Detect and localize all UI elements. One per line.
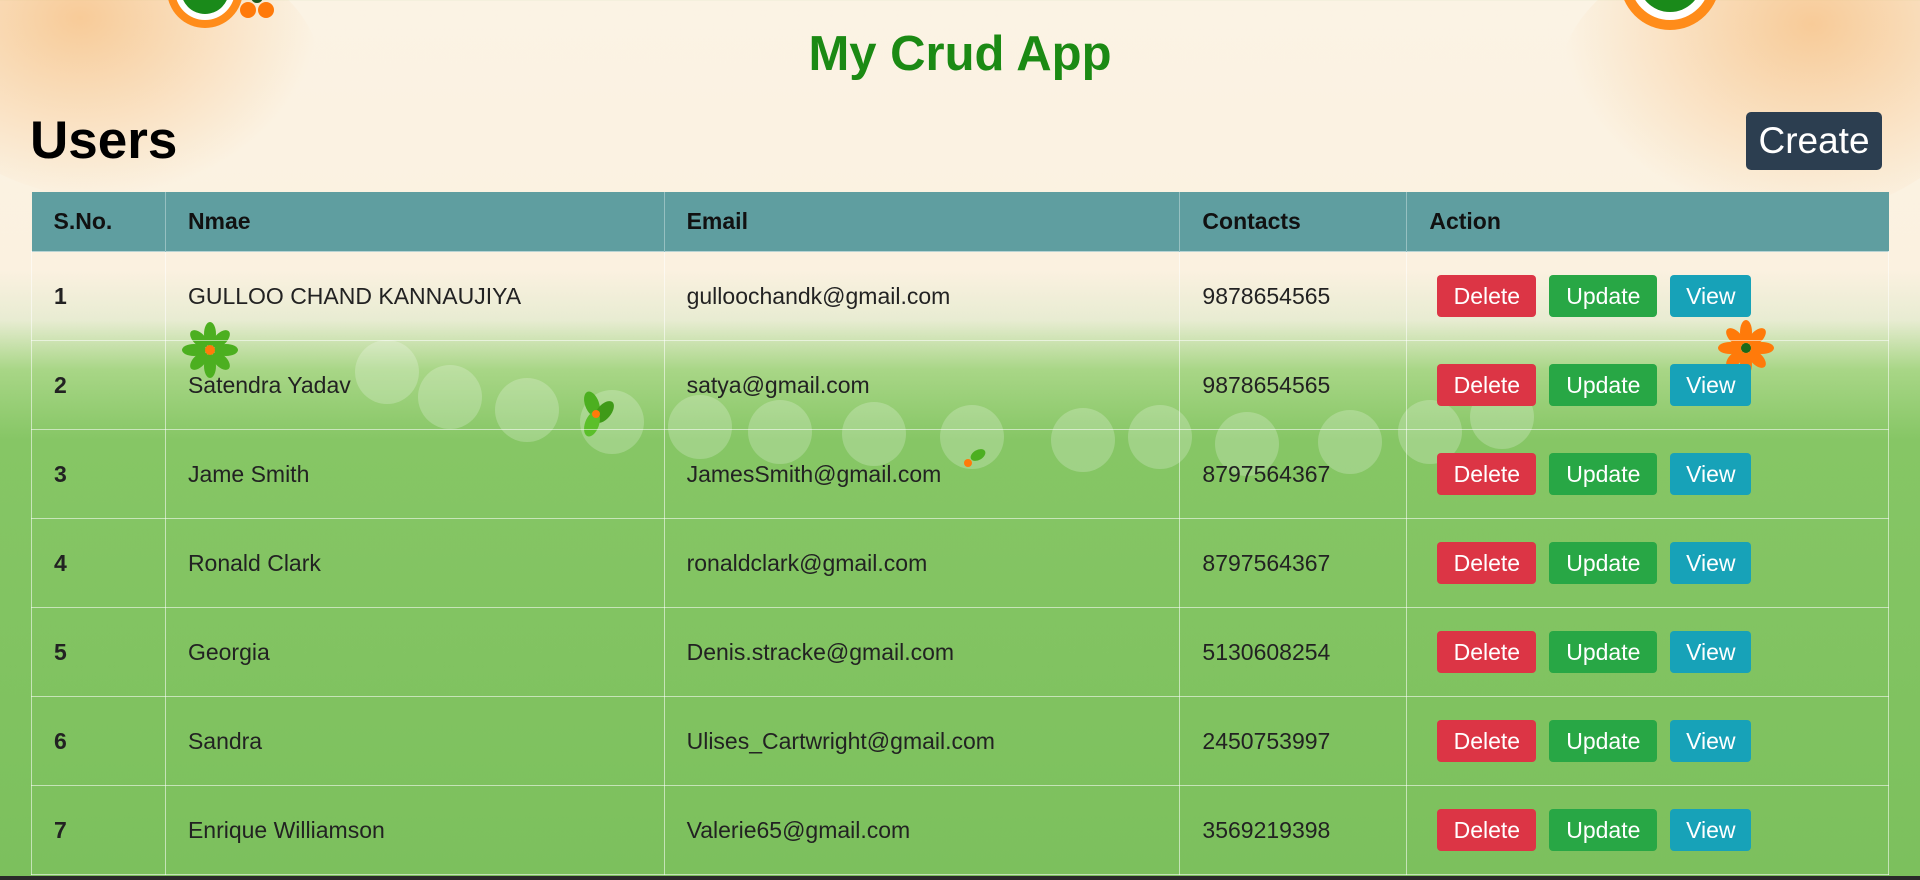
row-contact: 8797564367 — [1179, 429, 1408, 519]
row-email: satya@gmail.com — [663, 340, 1181, 430]
row-name: Enrique Williamson — [164, 785, 665, 875]
row-contact: 3569219398 — [1179, 785, 1408, 875]
table-row: 4 Ronald Clark ronaldclark@gmail.com 879… — [31, 518, 1889, 608]
view-button[interactable]: View — [1670, 720, 1752, 762]
table-row: 2 Satendra Yadav satya@gmail.com 9878654… — [31, 340, 1889, 430]
row-actions: Delete Update View — [1406, 785, 1889, 875]
view-button[interactable]: View — [1670, 631, 1752, 673]
row-email: Ulises_Cartwright@gmail.com — [663, 696, 1181, 786]
row-actions: Delete Update View — [1406, 696, 1889, 786]
view-button[interactable]: View — [1670, 364, 1752, 406]
delete-button[interactable]: Delete — [1437, 364, 1537, 406]
update-button[interactable]: Update — [1549, 809, 1658, 851]
column-header-action: Action — [1406, 192, 1889, 252]
row-email: Denis.stracke@gmail.com — [663, 607, 1181, 697]
row-contact: 9878654565 — [1179, 340, 1408, 430]
table-header-row: S.No. Nmae Email Contacts Action — [31, 192, 1889, 252]
row-name: Sandra — [164, 696, 665, 786]
page-bottom-border — [0, 876, 1920, 880]
create-button[interactable]: Create — [1746, 112, 1882, 170]
row-sno: 6 — [31, 696, 166, 786]
delete-button[interactable]: Delete — [1437, 453, 1537, 495]
view-button[interactable]: View — [1670, 453, 1752, 495]
row-name: GULLOO CHAND KANNAUJIYA — [164, 251, 665, 341]
row-contact: 5130608254 — [1179, 607, 1408, 697]
column-header-sno: S.No. — [31, 192, 166, 252]
row-sno: 5 — [31, 607, 166, 697]
update-button[interactable]: Update — [1549, 631, 1658, 673]
column-header-name: Nmae — [164, 192, 665, 252]
table-row: 3 Jame Smith JamesSmith@gmail.com 879756… — [31, 429, 1889, 519]
view-button[interactable]: View — [1670, 275, 1752, 317]
row-name: Ronald Clark — [164, 518, 665, 608]
row-sno: 3 — [31, 429, 166, 519]
update-button[interactable]: Update — [1549, 364, 1658, 406]
table-header: S.No. Nmae Email Contacts Action — [31, 192, 1889, 252]
view-button[interactable]: View — [1670, 809, 1752, 851]
row-email: Valerie65@gmail.com — [663, 785, 1181, 875]
delete-button[interactable]: Delete — [1437, 631, 1537, 673]
row-sno: 2 — [31, 340, 166, 430]
update-button[interactable]: Update — [1549, 453, 1658, 495]
column-header-email: Email — [663, 192, 1180, 252]
row-email: ronaldclark@gmail.com — [663, 518, 1181, 608]
app-title: My Crud App — [808, 27, 1112, 81]
column-header-contacts: Contacts — [1179, 192, 1407, 252]
update-button[interactable]: Update — [1549, 542, 1658, 584]
row-actions: Delete Update View — [1406, 518, 1889, 608]
table-row: 6 Sandra Ulises_Cartwright@gmail.com 245… — [31, 696, 1889, 786]
row-contact: 2450753997 — [1179, 696, 1408, 786]
row-sno: 7 — [31, 785, 166, 875]
page-title: Users — [30, 111, 178, 170]
row-contact: 9878654565 — [1179, 251, 1408, 341]
update-button[interactable]: Update — [1549, 720, 1658, 762]
row-actions: Delete Update View — [1406, 607, 1889, 697]
delete-button[interactable]: Delete — [1437, 720, 1537, 762]
row-actions: Delete Update View — [1406, 251, 1889, 341]
row-sno: 1 — [31, 251, 166, 341]
row-contact: 8797564367 — [1179, 518, 1408, 608]
table-row: 1 GULLOO CHAND KANNAUJIYA gulloochandk@g… — [31, 251, 1889, 341]
row-name: Satendra Yadav — [164, 340, 665, 430]
users-table: S.No. Nmae Email Contacts Action 1 GULLO… — [31, 192, 1889, 875]
row-email: gulloochandk@gmail.com — [663, 251, 1181, 341]
update-button[interactable]: Update — [1549, 275, 1658, 317]
row-sno: 4 — [31, 518, 166, 608]
table-row: 5 Georgia Denis.stracke@gmail.com 513060… — [31, 607, 1889, 697]
row-actions: Delete Update View — [1406, 429, 1889, 519]
row-actions: Delete Update View — [1406, 340, 1889, 430]
delete-button[interactable]: Delete — [1437, 542, 1537, 584]
delete-button[interactable]: Delete — [1437, 275, 1537, 317]
delete-button[interactable]: Delete — [1437, 809, 1537, 851]
row-name: Georgia — [164, 607, 665, 697]
row-email: JamesSmith@gmail.com — [663, 429, 1181, 519]
table-row: 7 Enrique Williamson Valerie65@gmail.com… — [31, 785, 1889, 875]
row-name: Jame Smith — [164, 429, 665, 519]
view-button[interactable]: View — [1670, 542, 1752, 584]
